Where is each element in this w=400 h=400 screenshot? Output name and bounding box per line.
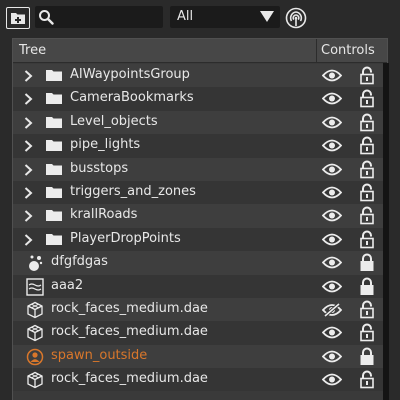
tree-row[interactable]: PlayerDropPoints [13, 227, 383, 253]
lock-closed-icon[interactable] [359, 347, 375, 370]
eye-icon[interactable] [321, 350, 343, 367]
eye-icon[interactable] [321, 373, 343, 390]
eye-icon[interactable] [321, 186, 343, 203]
tree-row-label: rock_faces_medium.dae [51, 300, 208, 316]
tree-row-label: busstops [70, 160, 129, 176]
mesh-cube-icon [26, 301, 44, 323]
tree-row[interactable]: CameraBookmarks [13, 87, 383, 112]
eye-icon[interactable] [321, 139, 343, 156]
triangle-down-icon [260, 11, 274, 22]
tree-row[interactable]: rock_faces_medium.dae [13, 368, 383, 393]
lock-open-icon[interactable] [359, 323, 375, 346]
tree-row[interactable]: dfgfdgas [13, 251, 383, 276]
lock-open-icon[interactable] [359, 89, 375, 112]
filter-selected-value: All [177, 9, 194, 24]
folder-icon [45, 207, 63, 227]
eye-icon[interactable] [321, 256, 343, 273]
spawn-point-icon [26, 348, 44, 370]
tree-row[interactable]: pipe_lights [13, 134, 383, 159]
tree-row-label: dfgfdgas [51, 254, 108, 270]
folder-icon [45, 137, 63, 157]
eye-icon[interactable] [321, 92, 343, 109]
folder-plus-icon [11, 13, 25, 24]
tree-row-label: CameraBookmarks [70, 90, 194, 106]
particle-emitter-icon [26, 254, 44, 276]
folder-icon [45, 184, 63, 204]
folder-icon [45, 67, 63, 87]
scrollbar-thumb[interactable] [383, 63, 389, 400]
tree-column-header[interactable]: Tree [19, 43, 46, 58]
tree-row[interactable]: triggers_and_zones [13, 180, 383, 206]
chevron-right-icon[interactable] [24, 163, 33, 180]
search-icon [39, 10, 54, 25]
tree-row[interactable]: spawn_outside [13, 344, 383, 370]
vertical-scrollbar[interactable] [383, 63, 389, 400]
broadcast-button[interactable] [284, 6, 308, 30]
chevron-right-icon[interactable] [24, 233, 33, 250]
filter-dropdown[interactable]: All [170, 6, 280, 28]
eye-icon[interactable] [321, 209, 343, 226]
lock-open-icon[interactable] [359, 136, 375, 159]
lock-open-icon[interactable] [359, 160, 375, 183]
lock-open-icon[interactable] [359, 113, 375, 136]
eye-icon[interactable] [321, 163, 343, 180]
tree-row[interactable]: busstops [13, 157, 383, 183]
tree-row[interactable]: AIWaypointsGroup [13, 64, 383, 89]
eye-icon[interactable] [321, 69, 343, 86]
eye-off-icon[interactable] [321, 302, 343, 321]
tree-row-label: triggers_and_zones [70, 183, 196, 199]
folder-icon [45, 231, 63, 251]
chevron-right-icon[interactable] [24, 140, 33, 156]
lock-open-icon[interactable] [359, 300, 375, 323]
lock-open-icon[interactable] [359, 183, 375, 206]
tree-row-label: spawn_outside [51, 347, 148, 363]
tree-row-label: aaa2 [51, 277, 84, 293]
tree-row[interactable]: krallRoads [13, 204, 383, 229]
water-plane-icon [26, 277, 44, 300]
tree-row-label: pipe_lights [70, 137, 141, 153]
lock-closed-icon[interactable] [359, 253, 375, 276]
tree-row[interactable]: rock_faces_medium.dae [13, 321, 383, 346]
tree-row[interactable]: Level_objects [13, 110, 383, 136]
tree-row-label: rock_faces_medium.dae [51, 324, 208, 340]
chevron-right-icon[interactable] [24, 93, 33, 109]
folder-icon [45, 161, 63, 181]
broadcast-icon [285, 7, 307, 29]
chevron-right-icon[interactable] [24, 187, 33, 203]
tree-header: Tree Controls [13, 39, 387, 63]
chevron-right-icon[interactable] [24, 210, 33, 226]
folder-icon [45, 114, 63, 134]
eye-icon[interactable] [321, 233, 343, 250]
mesh-cube-icon [26, 324, 44, 346]
chevron-right-icon[interactable] [24, 117, 33, 133]
tree-row-label: AIWaypointsGroup [70, 67, 190, 82]
tree-row-label: Level_objects [70, 113, 158, 129]
lock-open-icon[interactable] [359, 206, 375, 229]
eye-icon[interactable] [321, 280, 343, 297]
column-divider[interactable] [316, 39, 317, 63]
folder-icon [45, 90, 63, 110]
tree-row-label: PlayerDropPoints [70, 230, 181, 246]
toolbar: All [0, 0, 400, 36]
lock-closed-icon[interactable] [359, 277, 375, 300]
search-box [35, 6, 163, 28]
search-input[interactable] [59, 7, 159, 27]
eye-icon[interactable] [321, 116, 343, 133]
controls-column-header[interactable]: Controls [321, 43, 375, 58]
tree-row-label: rock_faces_medium.dae [51, 371, 208, 387]
mesh-cube-icon [26, 371, 44, 393]
lock-open-icon[interactable] [359, 230, 375, 253]
tree-row-label: krallRoads [70, 207, 138, 223]
lock-open-icon[interactable] [359, 66, 375, 89]
eye-icon[interactable] [321, 326, 343, 343]
lock-open-icon[interactable] [359, 370, 375, 393]
tree-rows: AIWaypointsGroup CameraBookmarks Level_obj… [13, 64, 383, 393]
chevron-right-icon[interactable] [24, 70, 33, 86]
scene-tree-panel: Tree Controls AIWaypointsGroup CameraBook… [12, 38, 388, 400]
tree-row[interactable]: aaa2 [13, 274, 383, 300]
new-folder-button[interactable] [6, 7, 30, 29]
tree-row[interactable]: rock_faces_medium.dae [13, 297, 383, 323]
